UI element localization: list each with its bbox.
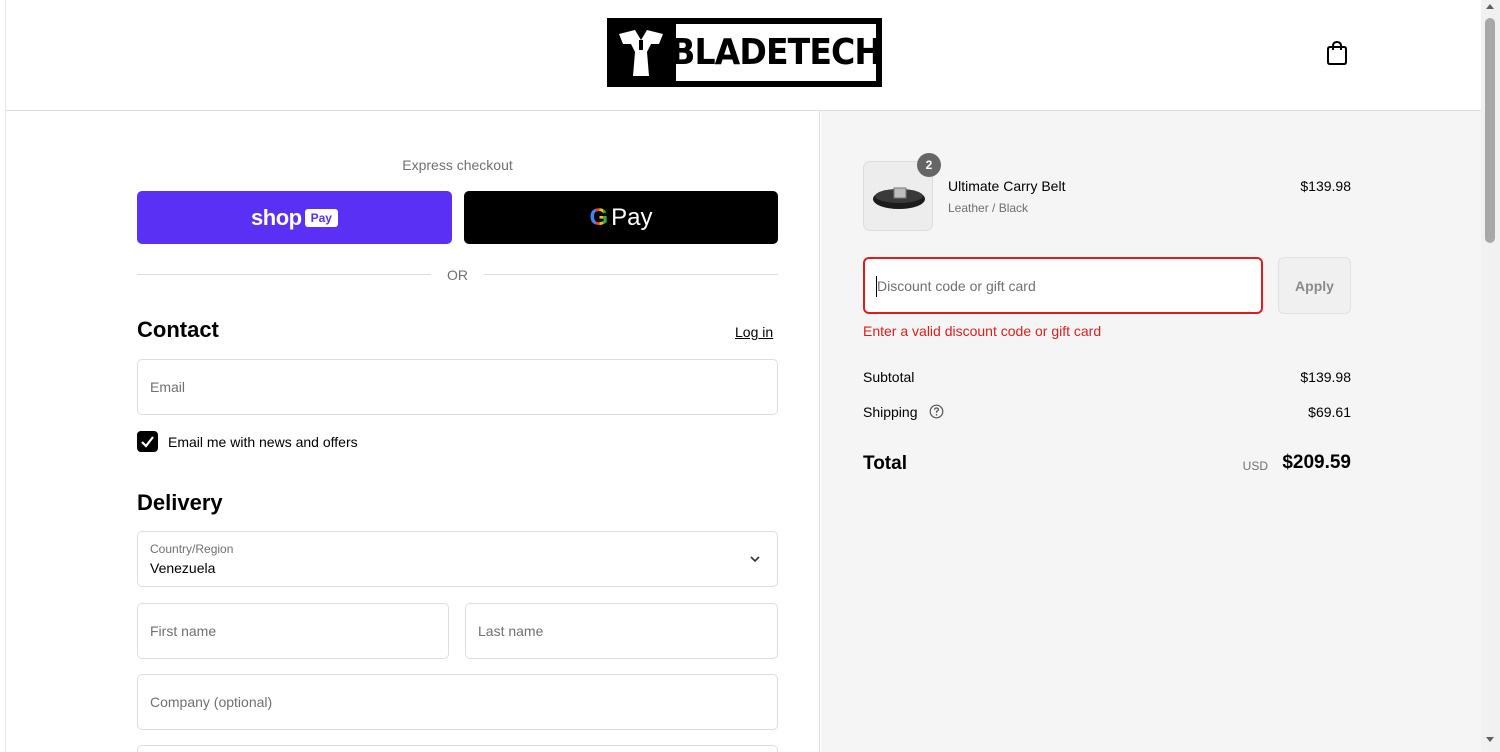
contact-heading: Contact: [137, 317, 219, 342]
page-scrollbar[interactable]: [1481, 0, 1500, 752]
google-g-icon: G: [589, 203, 609, 231]
logo-mark-icon: [619, 30, 663, 76]
scroll-up-arrow-icon[interactable]: [1486, 4, 1494, 9]
item-name: Ultimate Carry Belt: [948, 178, 1066, 194]
company-field[interactable]: Company (optional): [137, 674, 778, 730]
email-placeholder: Email: [150, 379, 186, 395]
newsletter-checkbox[interactable]: [137, 431, 158, 452]
divider-line-right: [484, 274, 778, 275]
header: BLADETECH: [6, 0, 1482, 111]
logo-wordmark-box: BLADETECH: [670, 24, 882, 81]
scroll-down-arrow-icon[interactable]: [1486, 737, 1494, 742]
email-field[interactable]: Email: [137, 359, 778, 415]
newsletter-label: Email me with news and offers: [168, 434, 358, 450]
country-select[interactable]: Country/Region Venezuela: [137, 531, 778, 587]
last-name-field[interactable]: Last name: [465, 603, 778, 659]
shipping-value: $69.61: [1308, 404, 1351, 420]
country-value: Venezuela: [150, 560, 216, 576]
subtotal-value: $139.98: [1300, 369, 1351, 385]
logo-text: BLADETECH: [670, 32, 882, 73]
quantity-badge: 2: [917, 153, 941, 177]
total-value: $209.59: [1282, 452, 1351, 473]
total-currency: USD: [1242, 459, 1268, 473]
item-variant: Leather / Black: [948, 201, 1029, 215]
bladetech-logo[interactable]: BLADETECH: [607, 18, 882, 87]
checkmark-icon: [141, 436, 154, 448]
shopping-bag-icon[interactable]: [1325, 40, 1349, 66]
checkout-page: BLADETECH Express checkout shop Pay G Pa…: [5, 0, 1482, 752]
apply-discount-button[interactable]: Apply: [1278, 257, 1351, 314]
total-label: Total: [863, 453, 907, 474]
last-name-placeholder: Last name: [478, 623, 544, 639]
checkout-form: Express checkout shop Pay G Pay OR Conta…: [6, 111, 820, 752]
shop-pay-pill: Pay: [304, 208, 338, 227]
discount-placeholder: Discount code or gift card: [877, 278, 1036, 294]
first-name-placeholder: First name: [150, 623, 217, 639]
google-pay-button[interactable]: G Pay: [464, 191, 778, 244]
help-circle-icon[interactable]: [929, 404, 944, 419]
item-price: $139.98: [1300, 178, 1351, 194]
first-name-field[interactable]: First name: [137, 603, 449, 659]
delivery-heading: Delivery: [137, 490, 223, 515]
google-pay-label: Pay: [611, 203, 653, 231]
chevron-down-icon: [750, 556, 760, 563]
subtotal-label: Subtotal: [863, 369, 915, 385]
address-field[interactable]: [137, 745, 778, 752]
scrollbar-thumb[interactable]: [1485, 18, 1495, 243]
discount-code-input[interactable]: Discount code or gift card: [863, 257, 1263, 314]
discount-error-message: Enter a valid discount code or gift card: [863, 323, 1102, 339]
shipping-label: Shipping: [863, 404, 918, 420]
shop-pay-word: shop: [251, 204, 302, 230]
log-in-link[interactable]: Log in: [735, 324, 773, 340]
or-divider: OR: [137, 265, 778, 285]
shop-pay-button[interactable]: shop Pay: [137, 191, 452, 244]
express-checkout-label: Express checkout: [402, 157, 513, 173]
order-summary: 2 Ultimate Carry Belt Leather / Black $1…: [821, 111, 1482, 752]
country-label: Country/Region: [150, 542, 234, 556]
or-label: OR: [447, 267, 468, 283]
company-placeholder: Company (optional): [150, 694, 273, 710]
